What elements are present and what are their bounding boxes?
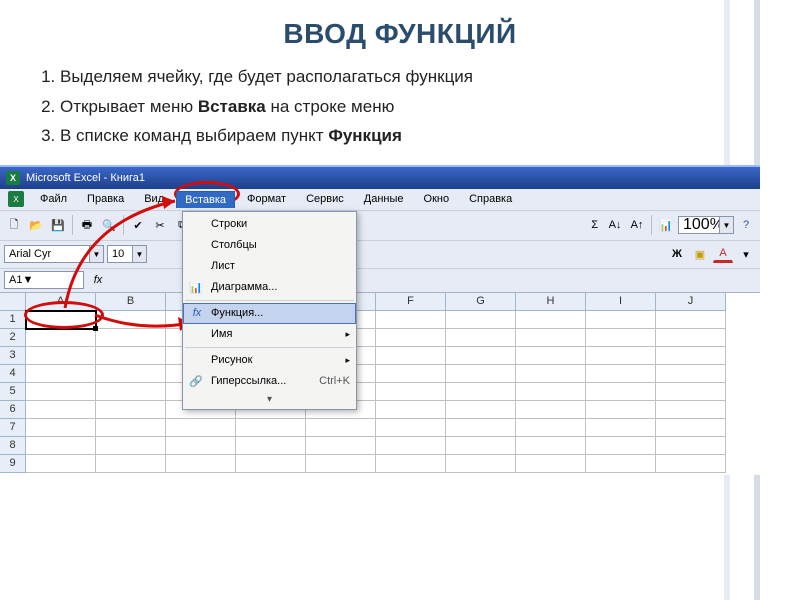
cell-a1[interactable] <box>26 311 96 329</box>
col-header[interactable]: I <box>586 293 656 311</box>
cut-icon[interactable]: ✂ <box>150 215 170 235</box>
row-header[interactable]: 5 <box>0 383 26 401</box>
submenu-arrow-icon: ▸ <box>345 355 350 366</box>
col-header[interactable]: G <box>446 293 516 311</box>
menu-insert[interactable]: Вставка <box>176 191 235 208</box>
zoom-combo[interactable]: 100%▼ <box>678 216 734 234</box>
row-header[interactable]: 3 <box>0 347 26 365</box>
help-icon[interactable]: ? <box>736 215 756 235</box>
menu-window[interactable]: Окно <box>416 191 458 207</box>
bold-icon[interactable]: Ж <box>667 244 687 264</box>
formula-bar: A1▼ fx <box>0 269 760 293</box>
fx-icon: fx <box>188 305 206 321</box>
col-header[interactable]: H <box>516 293 586 311</box>
spreadsheet-grid: A B C D E F G H I J 1 2 3 4 5 6 7 8 9 <box>0 293 760 473</box>
excel-titlebar: X Microsoft Excel - Книга1 <box>0 167 760 189</box>
menu-help[interactable]: Справка <box>461 191 520 207</box>
menu-item-hyperlink[interactable]: 🔗Гиперссылка...Ctrl+K <box>183 371 356 392</box>
row-header[interactable]: 9 <box>0 455 26 473</box>
spellcheck-icon[interactable]: ✔ <box>128 215 148 235</box>
standard-toolbar: 🗋 📂 💾 🖶 🔍 ✔ ✂ ⧉ 📋 Σ A↓ A↑ 📊 100%▼ ? <box>0 211 760 241</box>
row-header[interactable]: 1 <box>0 311 26 329</box>
instruction-item: Открывает меню Вставка на строке меню <box>60 94 764 120</box>
menu-edit[interactable]: Правка <box>79 191 132 207</box>
menu-item-function[interactable]: fxФункция... <box>183 303 356 324</box>
menu-view[interactable]: Вид <box>136 191 172 207</box>
sum-icon[interactable]: Σ <box>586 215 603 235</box>
row-header[interactable]: 4 <box>0 365 26 383</box>
instruction-item: В списке команд выбираем пункт Функция <box>60 123 764 149</box>
print-icon[interactable]: 🖶 <box>77 215 97 235</box>
workbook-icon: X <box>8 191 24 207</box>
menu-data[interactable]: Данные <box>356 191 412 207</box>
fontsize-combo[interactable]: 10▼ <box>107 245 147 263</box>
menu-item-chart[interactable]: 📊Диаграмма... <box>183 277 356 298</box>
fx-icon[interactable]: fx <box>88 270 108 290</box>
sort-asc-icon[interactable]: A↓ <box>605 215 625 235</box>
font-combo[interactable]: Arial Cyr▼ <box>4 245 104 263</box>
menu-service[interactable]: Сервис <box>298 191 352 207</box>
save-icon[interactable]: 💾 <box>48 215 68 235</box>
menu-item-sheet[interactable]: Лист <box>183 256 356 277</box>
submenu-arrow-icon: ▸ <box>345 329 350 340</box>
excel-menubar: X Файл Правка Вид Вставка Формат Сервис … <box>0 189 760 211</box>
excel-screenshot: X Microsoft Excel - Книга1 X Файл Правка… <box>0 165 760 475</box>
hyperlink-icon: 🔗 <box>187 373 205 389</box>
col-header[interactable]: J <box>656 293 726 311</box>
format-toolbar: Arial Cyr▼ 10▼ Ж ▣ A ▾ <box>0 241 760 269</box>
menu-item-rows[interactable]: Строки <box>183 214 356 235</box>
fill-color-icon[interactable]: ▣ <box>690 244 710 264</box>
sort-desc-icon[interactable]: A↑ <box>627 215 647 235</box>
col-header[interactable]: A <box>26 293 96 311</box>
menu-item-columns[interactable]: Столбцы <box>183 235 356 256</box>
insert-menu-dropdown: Строки Столбцы Лист 📊Диаграмма... fxФунк… <box>182 211 357 410</box>
slide-title: ВВОД ФУНКЦИЙ <box>0 0 800 64</box>
name-box[interactable]: A1▼ <box>4 271 84 289</box>
preview-icon[interactable]: 🔍 <box>99 215 119 235</box>
row-header[interactable]: 8 <box>0 437 26 455</box>
row-header[interactable]: 6 <box>0 401 26 419</box>
chart-icon[interactable]: 📊 <box>656 215 676 235</box>
col-header[interactable]: B <box>96 293 166 311</box>
row-header[interactable]: 2 <box>0 329 26 347</box>
menu-format[interactable]: Формат <box>239 191 294 207</box>
menu-item-picture[interactable]: Рисунок▸ <box>183 350 356 371</box>
excel-title-text: Microsoft Excel - Книга1 <box>26 172 145 184</box>
row-header[interactable]: 7 <box>0 419 26 437</box>
chart-icon: 📊 <box>187 279 205 295</box>
font-color-icon[interactable]: A <box>713 246 733 263</box>
instructions-list: Выделяем ячейку, где будет располагаться… <box>0 64 800 165</box>
select-all-corner[interactable] <box>0 293 26 311</box>
open-icon[interactable]: 📂 <box>26 215 46 235</box>
col-header[interactable]: F <box>376 293 446 311</box>
new-icon[interactable]: 🗋 <box>4 215 24 235</box>
menu-item-name[interactable]: Имя▸ <box>183 324 356 345</box>
chevron-down-icon[interactable]: ▾ <box>736 244 756 264</box>
excel-app-icon: X <box>6 171 20 185</box>
expand-menu-icon[interactable]: ▾ <box>183 392 356 407</box>
menu-file[interactable]: Файл <box>32 191 75 207</box>
instruction-item: Выделяем ячейку, где будет располагаться… <box>60 64 764 90</box>
